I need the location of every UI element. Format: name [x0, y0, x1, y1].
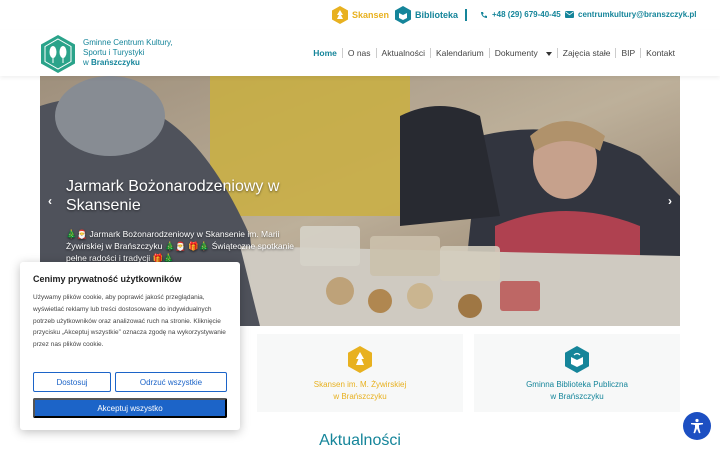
- reject-all-button[interactable]: Odrzuć wszystkie: [115, 372, 227, 392]
- skansen-card[interactable]: Skansen im. M. Żywirskiej w Brańszczyku: [257, 334, 463, 412]
- nav-kontakt[interactable]: Kontakt: [641, 48, 680, 58]
- skansen-card-label: Skansen im. M. Żywirskiej w Brańszczyku: [257, 379, 463, 403]
- email-address: centrumkultury@branszczyk.pl: [578, 10, 697, 19]
- logo-text[interactable]: Gminne Centrum Kultury, Sportu i Turysty…: [83, 38, 173, 68]
- logo-line-3: w Brańszczyku: [83, 58, 173, 68]
- nav-dokumenty[interactable]: Dokumenty: [490, 48, 557, 58]
- skansen-card-line-1: Skansen im. M. Żywirskiej: [313, 380, 407, 389]
- slider-next-icon[interactable]: ›: [668, 194, 672, 208]
- skansen-label: Skansen: [352, 10, 390, 20]
- biblioteka-card[interactable]: Gminna Biblioteka Publiczna w Brańszczyk…: [474, 334, 680, 412]
- cookie-title: Cenimy prywatność użytkowników: [33, 274, 182, 284]
- biblioteka-card-icon: [565, 346, 589, 373]
- accept-all-button[interactable]: Akceptuj wszystko: [33, 398, 227, 418]
- accessibility-button[interactable]: [683, 412, 711, 440]
- skansen-card-icon: [348, 346, 372, 373]
- biblioteka-card-line-1: Gminna Biblioteka Publiczna: [526, 380, 628, 389]
- cookie-dialog: Cenimy prywatność użytkowników Używamy p…: [20, 262, 240, 430]
- section-title-aktualnosci: Aktualności: [319, 432, 401, 449]
- nav-o-nas[interactable]: O nas: [343, 48, 376, 58]
- site-header: Gminne Centrum Kultury, Sportu i Turysty…: [0, 30, 720, 76]
- nav-dokumenty-label: Dokumenty: [494, 48, 538, 58]
- biblioteka-card-line-2: w Brańszczyku: [550, 392, 604, 401]
- biblioteka-link[interactable]: Biblioteka: [395, 6, 458, 24]
- customize-button[interactable]: Dostosuj: [33, 372, 111, 392]
- nav-home[interactable]: Home: [308, 48, 342, 58]
- biblioteka-hex-icon: [395, 6, 411, 24]
- skansen-hex-icon: [332, 6, 348, 24]
- hero-text: 🎄🎅 Jarmark Bożonarodzeniowy w Skansenie …: [66, 229, 294, 263]
- cookie-text: Używamy plików cookie, aby poprawić jako…: [33, 294, 226, 349]
- logo-line-2: Sportu i Turystyki: [83, 48, 145, 57]
- main-nav: Home O nas Aktualności Kalendarium Dokum…: [308, 48, 680, 58]
- topbar-divider: [465, 9, 467, 21]
- biblioteka-label: Biblioteka: [415, 10, 459, 20]
- email-icon: [565, 11, 574, 18]
- chevron-down-icon: [545, 51, 552, 56]
- phone-icon: [481, 11, 487, 18]
- phone-link[interactable]: +48 (29) 679-40-45: [480, 10, 561, 19]
- nav-aktualnosci[interactable]: Aktualności: [377, 48, 430, 58]
- nav-bip[interactable]: BIP: [616, 48, 640, 58]
- logo-icon[interactable]: [41, 35, 75, 73]
- phone-number: +48 (29) 679-40-45: [492, 10, 561, 19]
- logo-line-3-bold: Brańszczyku: [91, 58, 140, 67]
- hero-title[interactable]: Jarmark Bożonarodzeniowy w Skansenie: [66, 177, 306, 215]
- logo-line-3-prefix: w: [83, 58, 91, 67]
- nav-kalendarium[interactable]: Kalendarium: [431, 48, 489, 58]
- accessibility-icon: [691, 418, 703, 434]
- email-link[interactable]: centrumkultury@branszczyk.pl: [565, 10, 697, 19]
- logo-line-1: Gminne Centrum Kultury,: [83, 38, 173, 47]
- slider-prev-icon[interactable]: ‹: [48, 194, 52, 208]
- skansen-card-line-2: w Brańszczyku: [333, 392, 387, 401]
- nav-zajecia-stale[interactable]: Zajęcia stałe: [558, 48, 616, 58]
- biblioteka-card-label: Gminna Biblioteka Publiczna w Brańszczyk…: [474, 379, 680, 403]
- skansen-link[interactable]: Skansen: [332, 6, 389, 24]
- top-bar: Skansen Biblioteka +48 (29) 679-40-45 ce…: [0, 0, 720, 30]
